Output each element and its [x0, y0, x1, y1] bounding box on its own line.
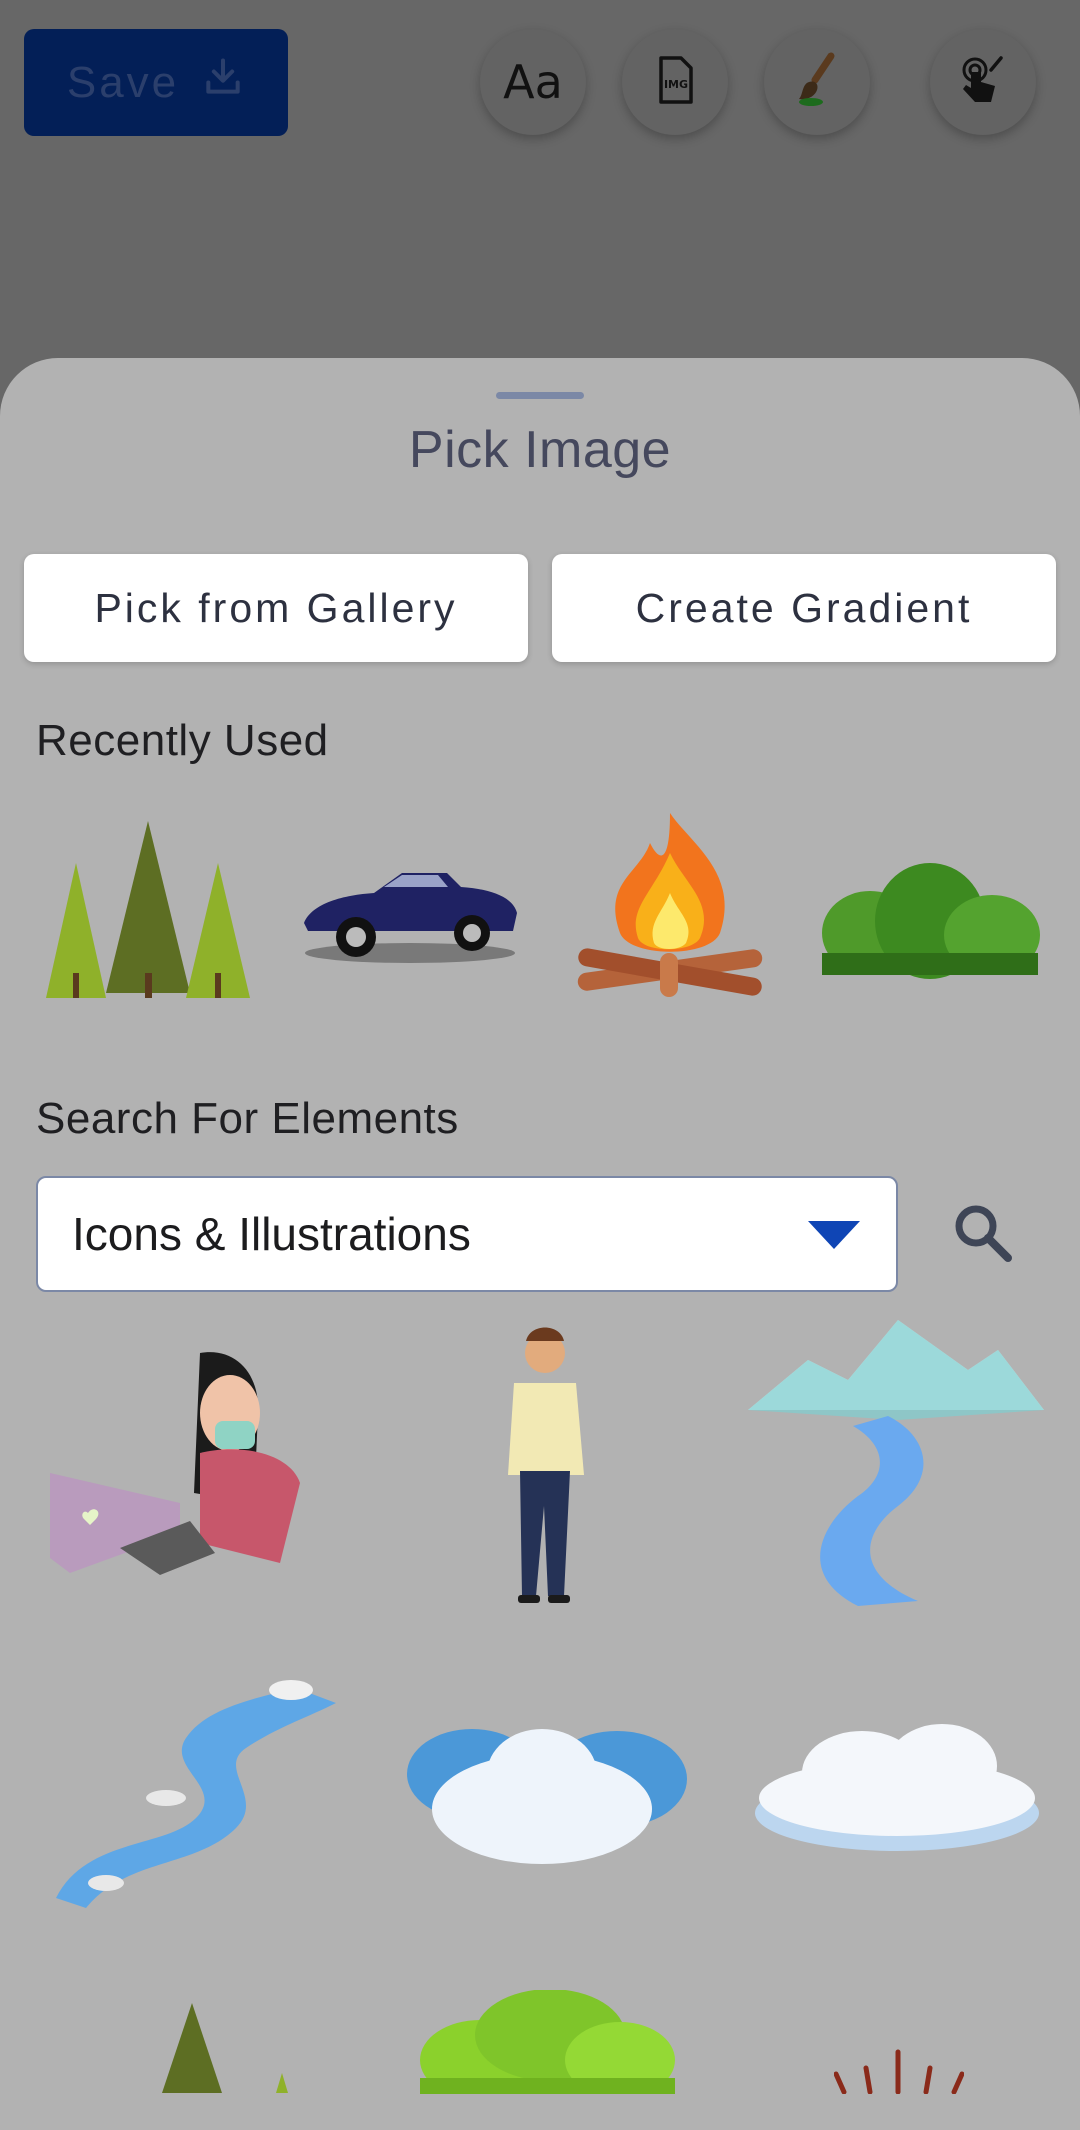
- image-file-icon: IMG: [645, 50, 705, 115]
- paint-brush-icon: [787, 50, 847, 115]
- category-selected-value: Icons & Illustrations: [72, 1208, 471, 1260]
- recently-used-label: Recently Used: [36, 716, 329, 765]
- element-white-cloud[interactable]: [752, 1718, 1042, 1858]
- recent-pine-trees[interactable]: [36, 813, 258, 998]
- chevron-down-icon: [808, 1221, 860, 1249]
- drag-handle[interactable]: [496, 392, 584, 399]
- paint-tool-button[interactable]: [764, 29, 870, 135]
- element-green-shrub[interactable]: [420, 1989, 675, 2100]
- save-button[interactable]: Save: [24, 29, 288, 136]
- element-mountain-river[interactable]: [748, 1320, 1044, 1610]
- pick-image-sheet: Pick Image Pick from Gallery Create Grad…: [0, 358, 1080, 2130]
- sheet-title: Pick Image: [408, 421, 672, 479]
- download-icon: [201, 55, 245, 110]
- text-tool-button[interactable]: Aa: [480, 29, 586, 135]
- element-winding-river[interactable]: [46, 1678, 341, 1913]
- element-woman-with-laptop[interactable]: [50, 1343, 340, 1583]
- element-blue-clouds[interactable]: [402, 1714, 692, 1874]
- pick-from-gallery-button[interactable]: Pick from Gallery: [24, 554, 528, 662]
- recent-campfire[interactable]: [572, 813, 768, 998]
- svg-text:IMG: IMG: [664, 78, 688, 91]
- element-small-pine-tree[interactable]: [96, 2003, 296, 2093]
- recent-green-bush[interactable]: [820, 813, 1040, 998]
- element-standing-man[interactable]: [490, 1323, 600, 1608]
- search-icon: [948, 1205, 1018, 1272]
- create-gradient-button[interactable]: Create Gradient: [552, 554, 1056, 662]
- search-button[interactable]: [948, 1198, 1018, 1268]
- image-tool-button[interactable]: IMG: [622, 29, 728, 135]
- touch-tool-button[interactable]: [930, 29, 1036, 135]
- touch-edit-icon: [953, 50, 1013, 115]
- save-label: Save: [66, 57, 180, 107]
- recent-sports-car[interactable]: [298, 813, 520, 998]
- search-for-elements-label: Search For Elements: [36, 1094, 459, 1143]
- text-tool-icon: Aa: [503, 55, 563, 109]
- element-grass-tuft[interactable]: [833, 2048, 965, 2095]
- category-select[interactable]: Icons & Illustrations: [36, 1176, 898, 1292]
